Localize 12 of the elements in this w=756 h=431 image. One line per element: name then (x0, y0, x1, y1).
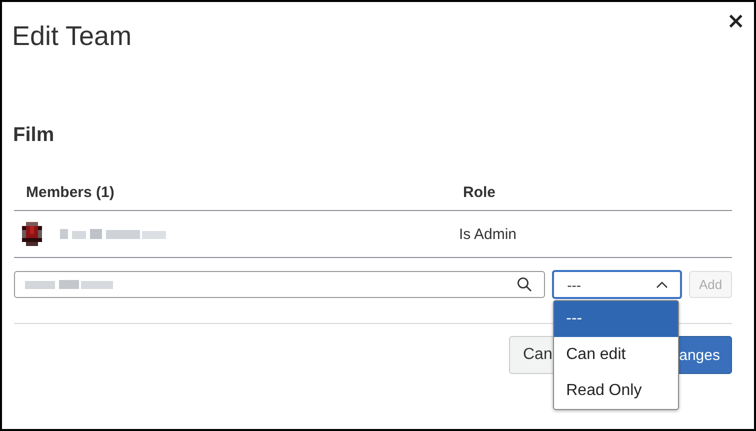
close-button[interactable]: × (722, 10, 749, 34)
dropdown-option[interactable]: Read Only (554, 373, 678, 409)
team-name: Film (13, 124, 56, 147)
column-header: Role (463, 184, 496, 200)
role-cell: Is Admin (459, 226, 517, 242)
column-header: Members (1) (25, 184, 116, 200)
caret-icon (656, 281, 668, 288)
search-icon (517, 277, 532, 292)
dropdown-option[interactable]: --- (554, 301, 678, 337)
role-select[interactable]: --- (552, 270, 682, 299)
dialog-title: Edit Team (12, 21, 132, 52)
search-field[interactable] (14, 271, 546, 298)
